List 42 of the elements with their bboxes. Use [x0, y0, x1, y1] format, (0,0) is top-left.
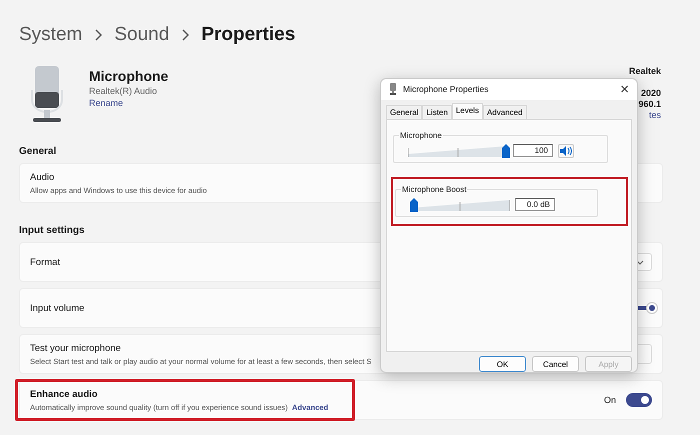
level-slider[interactable]	[408, 144, 508, 158]
tab[interactable]: General	[386, 104, 422, 119]
device-info-text: 2020	[640, 88, 661, 98]
microphone-icon	[389, 83, 397, 96]
level-value-field[interactable]: 0.0 dB	[515, 198, 555, 212]
breadcrumb-item: Properties	[201, 24, 296, 46]
close-button[interactable]: ×	[618, 82, 631, 97]
row-title: Audio	[30, 172, 56, 182]
device-name: Microphone	[89, 68, 168, 84]
tab[interactable]: Listen	[422, 104, 452, 119]
device-info-text: Realtek	[628, 66, 661, 76]
level-slider[interactable]	[410, 198, 510, 212]
chevron-down-icon	[636, 260, 644, 264]
breadcrumb-item[interactable]: Sound	[114, 24, 170, 46]
section-title: Input settings	[19, 225, 85, 236]
breadcrumb-item[interactable]: System	[19, 24, 82, 46]
chevron-icon	[181, 29, 190, 41]
slider-thumb[interactable]	[502, 144, 510, 158]
device-driver: Realtek(R) Audio	[89, 86, 158, 96]
row-title: Enhance audio	[30, 388, 99, 400]
device-info-text: 960.1	[638, 99, 661, 109]
microphone-icon	[31, 66, 63, 124]
tab[interactable]: Advanced	[482, 104, 527, 119]
chevron-icon	[94, 29, 102, 41]
rename-link[interactable]: Rename	[89, 98, 168, 108]
group-label: Microphone	[399, 130, 443, 140]
tab[interactable]: Levels	[452, 102, 483, 119]
slider-thumb[interactable]	[646, 302, 658, 314]
level-value-field[interactable]: 100	[513, 144, 553, 158]
dialog-title: Microphone Properties	[403, 84, 490, 94]
group-label: Microphone Boost	[401, 184, 468, 194]
info-link[interactable]: tes	[648, 110, 661, 120]
speaker-button[interactable]	[558, 144, 574, 158]
section-title: General	[19, 146, 56, 157]
toggle-switch[interactable]	[626, 393, 652, 407]
slider-thumb[interactable]	[410, 198, 418, 212]
toggle-state-label: On	[604, 395, 616, 405]
row-title: Input volume	[30, 302, 84, 314]
row-title: Test your microphone	[30, 342, 122, 354]
row-title: Format	[30, 256, 60, 268]
dialog-button[interactable]: OK	[479, 356, 526, 372]
dialog-button[interactable]: Cancel	[532, 356, 579, 372]
